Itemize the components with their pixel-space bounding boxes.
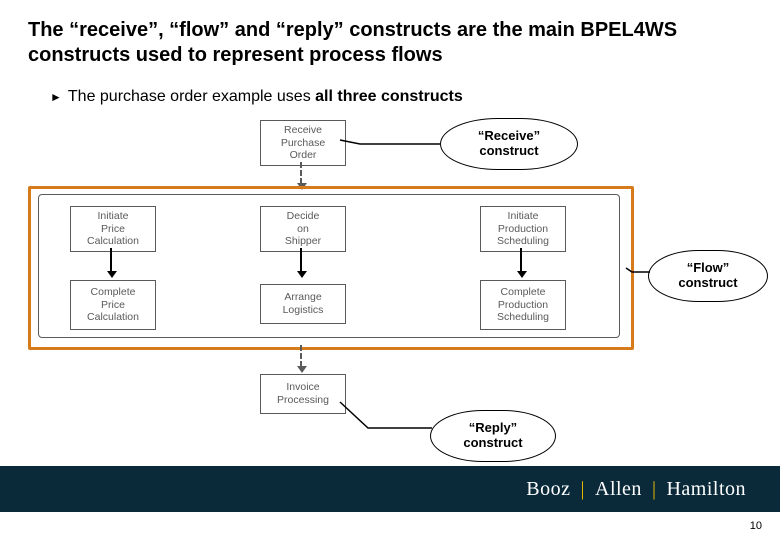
arrow-dashed-icon (300, 345, 302, 367)
callout-reply: “Reply”construct (430, 410, 556, 462)
logo-hamilton: Hamilton (666, 478, 746, 501)
callout-reply-pointer-icon (340, 398, 434, 434)
box-arrange-logistics: ArrangeLogistics (260, 284, 346, 324)
box-initiate-price: InitiatePriceCalculation (70, 206, 156, 252)
box-receive-purchase-order: ReceivePurchaseOrder (260, 120, 346, 166)
arrow-icon (300, 248, 302, 272)
bullet-bold: all three constructs (315, 88, 463, 105)
callout-receive: “Receive”construct (440, 118, 578, 170)
logo-allen: Allen (595, 478, 642, 501)
page-number: 10 (750, 520, 762, 532)
callout-flow-pointer-icon (626, 264, 654, 280)
box-complete-production: CompleteProductionScheduling (480, 280, 566, 330)
bullet-marker-icon: ► (50, 90, 62, 104)
arrow-icon (110, 248, 112, 272)
box-invoice-processing: InvoiceProcessing (260, 374, 346, 414)
logo-sep-icon: | (652, 478, 657, 501)
box-decide-shipper: DecideonShipper (260, 206, 346, 252)
box-initiate-production: InitiateProductionScheduling (480, 206, 566, 252)
arrow-dashed-icon (300, 162, 302, 184)
logo-booz: Booz (526, 478, 570, 501)
logo-sep-icon: | (580, 478, 585, 501)
slide-title: The “receive”, “flow” and “reply” constr… (28, 18, 748, 68)
slide: The “receive”, “flow” and “reply” constr… (0, 0, 780, 540)
arrow-icon (520, 248, 522, 272)
callout-receive-pointer-icon (340, 136, 440, 156)
callout-flow: “Flow”construct (648, 250, 768, 302)
bullet-line: ► The purchase order example uses all th… (50, 88, 463, 106)
footer-logo: Booz | Allen | Hamilton (526, 478, 746, 501)
footer-bar: Booz | Allen | Hamilton (0, 466, 780, 512)
bullet-text: The purchase order example uses all thre… (68, 88, 463, 106)
box-complete-price: CompletePriceCalculation (70, 280, 156, 330)
bullet-prefix: The purchase order example uses (68, 88, 315, 105)
